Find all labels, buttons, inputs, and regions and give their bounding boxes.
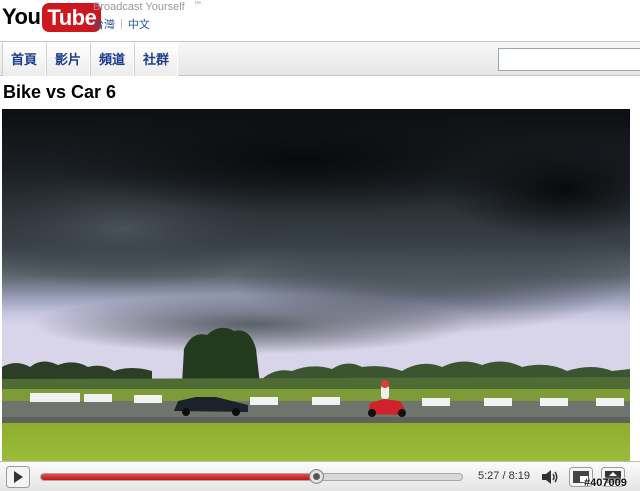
- tab-home[interactable]: 首頁: [2, 43, 47, 76]
- volume-button[interactable]: [540, 468, 560, 486]
- progress-bar[interactable]: [40, 469, 463, 484]
- video-title: Bike vs Car 6: [3, 82, 117, 102]
- logo-you-text: You: [2, 4, 41, 29]
- search-input[interactable]: [498, 48, 640, 71]
- youtube-logo[interactable]: You Tube: [2, 1, 102, 33]
- volume-icon: [542, 470, 558, 484]
- trademark-symbol: ™: [194, 1, 201, 8]
- nav-bar: 首頁 影片 頻道 社群: [0, 41, 640, 76]
- nav-tabs: 首頁 影片 頻道 社群: [2, 43, 179, 76]
- play-button[interactable]: [6, 466, 30, 488]
- video-frame[interactable]: [2, 109, 630, 461]
- locale-language-link[interactable]: 中文: [128, 16, 150, 32]
- locale-region-link[interactable]: 台灣: [93, 16, 115, 32]
- time-display: 5:27 / 8:19: [478, 470, 530, 482]
- locale-selector: 台灣 | 中文: [93, 16, 150, 32]
- play-icon: [6, 466, 30, 488]
- watermark-id: #407009: [584, 477, 627, 489]
- progress-played: [41, 474, 317, 480]
- tab-videos[interactable]: 影片: [46, 43, 91, 76]
- video-scene: [2, 109, 630, 461]
- tab-channels[interactable]: 頻道: [90, 43, 135, 76]
- progress-handle[interactable]: [308, 469, 324, 484]
- tab-community[interactable]: 社群: [134, 43, 179, 76]
- tagline: Broadcast Yourself: [93, 1, 185, 13]
- player-controls: 5:27 / 8:19: [0, 461, 640, 491]
- locale-divider: |: [120, 18, 123, 30]
